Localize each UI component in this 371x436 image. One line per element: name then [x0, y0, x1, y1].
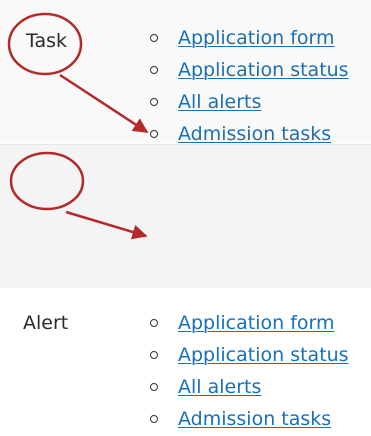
all-alerts-link[interactable]: All alerts — [178, 91, 261, 113]
admission-tasks-link[interactable]: Admission tasks — [178, 123, 331, 145]
screenshot-stage: Task Application form Application status… — [0, 0, 371, 430]
application-status-link[interactable]: Application status — [178, 344, 349, 366]
alert-link-list: Application form Application status All … — [150, 307, 349, 435]
alert-row: Alert Application form Application statu… — [0, 144, 371, 430]
bullet-icon — [150, 34, 158, 42]
application-form-link[interactable]: Application form — [178, 312, 335, 334]
bullet-icon — [150, 351, 158, 359]
list-item: Application form — [150, 22, 349, 54]
bullet-icon — [150, 415, 158, 423]
task-row: Task Application form Application status… — [0, 0, 371, 145]
bullet-icon — [150, 66, 158, 74]
alert-label: Alert — [23, 312, 69, 334]
application-form-link[interactable]: Application form — [178, 27, 335, 49]
list-item: All alerts — [150, 371, 349, 403]
list-item: All alerts — [150, 86, 349, 118]
list-item: Application form — [150, 307, 349, 339]
all-alerts-link[interactable]: All alerts — [178, 376, 261, 398]
application-status-link[interactable]: Application status — [178, 59, 349, 81]
task-link-list: Application form Application status All … — [150, 22, 349, 150]
bullet-icon — [150, 98, 158, 106]
bullet-icon — [150, 130, 158, 138]
task-label: Task — [26, 30, 68, 52]
list-item: Application status — [150, 339, 349, 371]
list-item: Admission tasks — [150, 403, 349, 435]
admission-tasks-link[interactable]: Admission tasks — [178, 408, 331, 430]
bullet-icon — [150, 319, 158, 327]
bullet-icon — [150, 383, 158, 391]
list-item: Application status — [150, 54, 349, 86]
